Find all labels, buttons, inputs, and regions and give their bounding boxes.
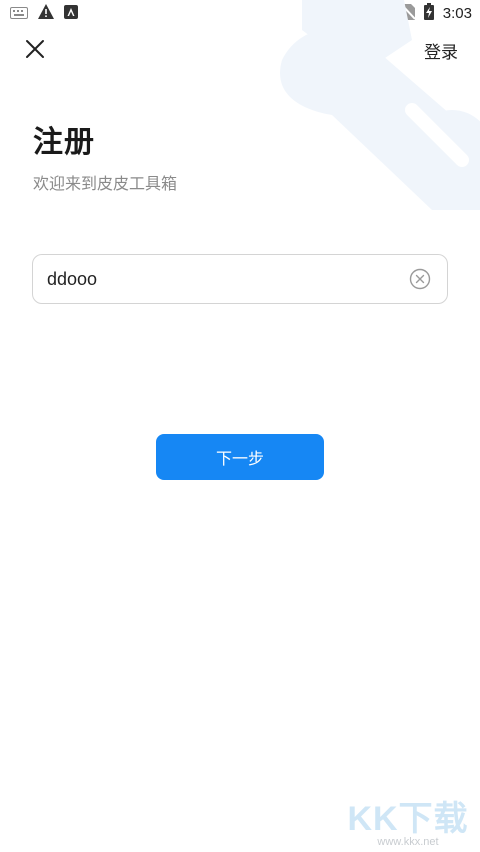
page-subtitle: 欢迎来到皮皮工具箱 [33,174,178,193]
watermark-logo: KK下载 [347,800,469,838]
clear-input-button[interactable] [409,268,431,290]
app-notification-icon [64,4,78,23]
status-bar-left [10,4,78,23]
close-icon [22,40,48,66]
close-button[interactable] [22,36,48,62]
clear-circle-icon [409,268,431,294]
warning-icon [38,4,54,23]
watermark: KK下载 www.kkx.net [344,791,472,848]
keyboard-icon [10,4,28,23]
next-step-button[interactable]: 下一步 [156,434,324,480]
login-link[interactable]: 登录 [424,38,458,63]
username-input[interactable] [47,255,397,303]
background-wrench-decoration [262,0,480,210]
username-field-container [32,254,448,304]
page-title: 注册 [33,125,95,160]
